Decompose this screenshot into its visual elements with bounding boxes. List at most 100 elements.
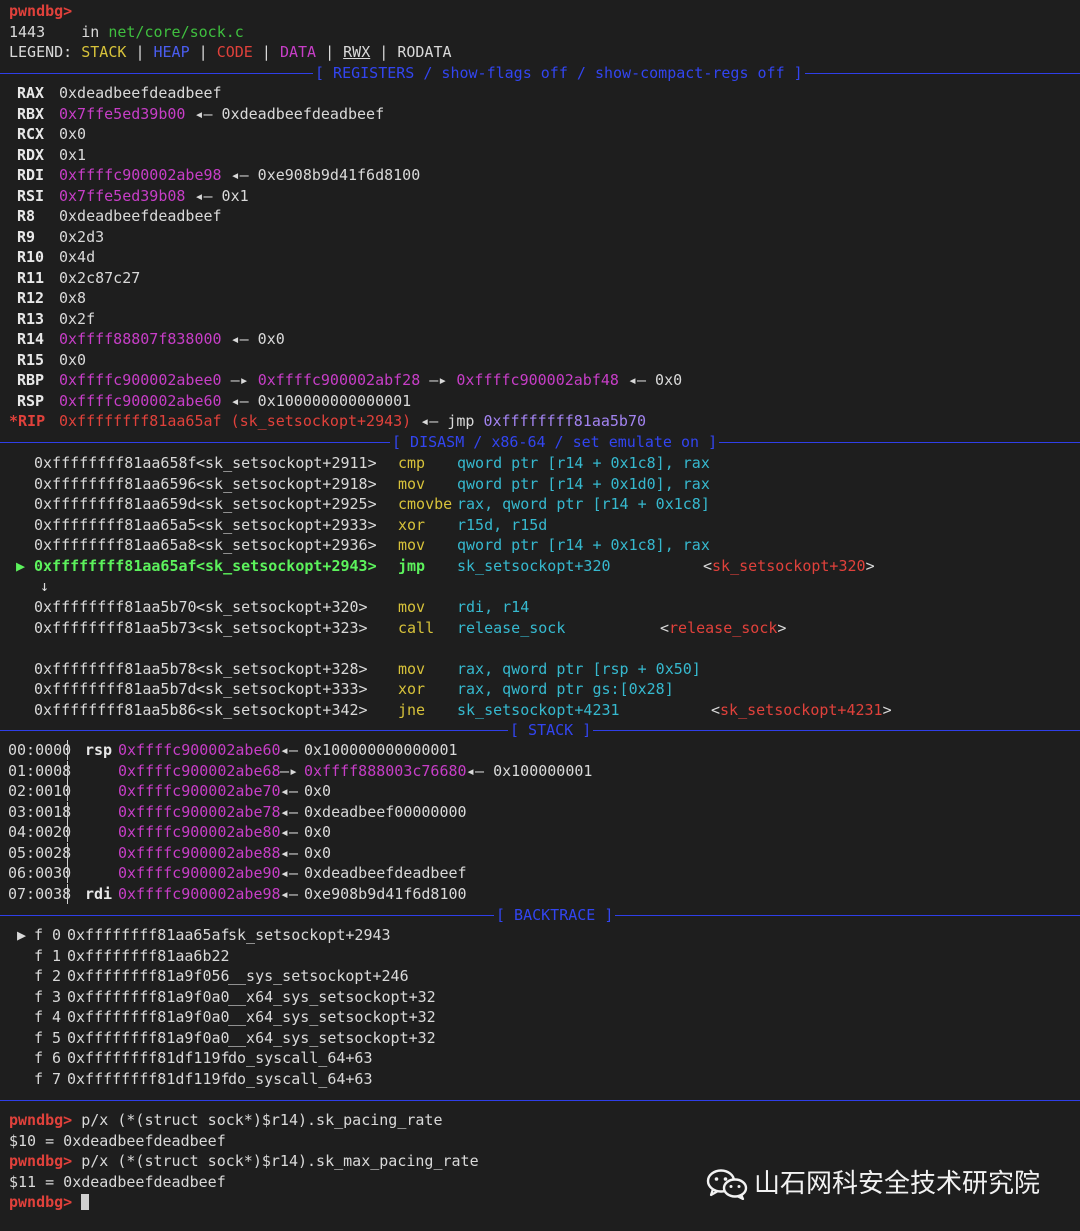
stack-pointer-value: 0xffff888003c76680 (304, 761, 467, 780)
registers-banner: [ REGISTERS / show-flags off / show-comp… (0, 63, 1080, 83)
legend-code: CODE (216, 43, 253, 61)
register-row: RAX 0xdeadbeefdeadbeef (17, 83, 222, 103)
disasm-mnemonic: cmovbe (398, 495, 453, 513)
backtrace-banner-title: [ BACKTRACE ] (494, 905, 616, 925)
register-row: RSI 0x7ffe5ed39b08 ◂— 0x1 (17, 186, 249, 206)
disasm-banner-title: [ DISASM / x86-64 / set emulate on ] (390, 432, 720, 452)
disasm-branch-target: <sk_setsockopt+4231> (711, 700, 892, 719)
disasm-branch-target-name: release_sock (669, 618, 778, 637)
stack-index: 06:0030 (8, 864, 72, 882)
stack-arrow: ◂— (280, 782, 299, 800)
register-rip: *RIP 0xffffffff81aa65af (sk_setsockopt+29… (9, 412, 647, 430)
stack-banner-title: [ STACK ] (508, 720, 594, 740)
register-value: 0x0 (59, 125, 87, 143)
register-name: RDX (17, 145, 45, 164)
stack-arrow: —▸ (280, 761, 299, 780)
register-value: 0xffffc900002abe98 (59, 166, 222, 184)
register-rsp: RSP 0xffffc900002abe60 ◂— 0x1000000000000… (17, 392, 412, 410)
prompt-line: pwndbg> (9, 1, 72, 21)
backtrace-frame: ▶ f 0 0xffffffff81aa65af sk_setsockopt+2943 (0, 925, 1080, 945)
frame-address: 0xffffffff81aa65af (67, 926, 230, 944)
disasm-line: 0xffffffff81aa5b70 <sk_setsockopt+320> mov… (0, 597, 1080, 617)
legend-stack: STACK (81, 43, 127, 61)
disasm-mnemonic: jne (398, 700, 426, 719)
stack-row: 03:0018 0xffffc900002abe78 ◂— 0xdeadbeef000… (0, 801, 1080, 822)
register-deref: ◂— 0xe908b9d41f6d8100 (230, 166, 421, 184)
stack-separator (67, 740, 68, 760)
register-name: RCX (17, 125, 45, 143)
console-line: pwndbg> p/x (*(struct sock*)$r14).sk_pac… (9, 1110, 442, 1130)
stack-value: 0xdeadbeefdeadbeef (304, 864, 467, 882)
stack-address: 0xffffc900002abe90 (118, 864, 281, 882)
frame-address: 0xffffffff81a9f056 (67, 967, 230, 985)
backtrace-frame: f 7 0xffffffff81df119f do_syscall_64+63 (0, 1069, 1080, 1089)
stack-index: 02:0010 (8, 782, 72, 800)
register-row: R14 0xffff88807f838000 ◂— 0x0 (17, 329, 285, 349)
cursor[interactable] (81, 1194, 90, 1210)
frame-number: f 1 (34, 946, 62, 965)
console-text: p/x (*(struct sock*)$r14).sk_pacing_rate (72, 1111, 443, 1129)
register-value: 0xdeadbeefdeadbeef (59, 84, 222, 102)
disasm-operands: rax, qword ptr [r14 + 0x1c8] (457, 495, 710, 513)
legend-heap: HEAP (153, 43, 190, 61)
disasm-branch-target-name: sk_setsockopt+320 (712, 557, 866, 575)
disasm-operands: qword ptr [r14 + 0x1d0], rax (457, 474, 710, 493)
frame-symbol: do_syscall_64+63 (228, 1049, 373, 1067)
disasm-banner: [ DISASM / x86-64 / set emulate on ] (0, 432, 1080, 452)
input-line[interactable]: pwndbg> (9, 1192, 90, 1212)
register-name: R10 (17, 248, 45, 266)
disasm-address: 0xffffffff81aa5b70 (34, 598, 197, 616)
stack-row: 07:0038 rdi 0xffffc900002abe98 ◂— 0xe908b9d4… (0, 883, 1080, 904)
disasm-mnemonic: mov (398, 598, 426, 616)
stack-index: 01:0008 (8, 761, 72, 780)
backtrace-frame: f 1 0xffffffff81aa6b22 (0, 946, 1080, 966)
disasm-mnemonic: mov (398, 659, 426, 678)
current-marker-icon: ▶ (16, 557, 26, 575)
legend-label: LEGEND: (9, 43, 73, 61)
frame-symbol: __sys_setsockopt+246 (228, 967, 409, 985)
stack-arrow: ◂— (280, 802, 299, 821)
disasm-operands: qword ptr [r14 + 0x1c8], rax (457, 454, 710, 472)
disasm-line: 0xffffffff81aa659d <sk_setsockopt+2925> cm… (0, 494, 1080, 514)
source-file: net/core/sock.c (108, 23, 244, 41)
register-row: R12 0x8 (17, 288, 86, 308)
stack-arrow: ◂— (280, 884, 299, 903)
disasm-line: 0xffffffff81aa65a8 <sk_setsockopt+2936> mo… (0, 535, 1080, 555)
frame-address: 0xffffffff81df119f (67, 1069, 230, 1088)
register-name: R13 (17, 309, 45, 328)
disasm-address: 0xffffffff81aa658f (34, 454, 197, 472)
register-value: 0x0 (59, 350, 87, 369)
stack-index: 03:0018 (8, 802, 72, 821)
disasm-mnemonic: mov (398, 474, 426, 493)
backtrace-frame: f 2 0xffffffff81a9f056 __sys_setsockopt+24… (0, 966, 1080, 986)
register-name: RSI (17, 186, 45, 205)
backtrace-frame: f 5 0xffffffff81a9f0a0 __x64_sys_setsockop… (0, 1028, 1080, 1048)
register-deref: ◂— 0xdeadbeefdeadbeef (194, 104, 385, 123)
register-row: R9 0x2d3 (17, 227, 104, 247)
register-value: 0xdeadbeefdeadbeef (59, 207, 222, 225)
backtrace-frame: f 3 0xffffffff81a9f0a0 __x64_sys_setsockop… (0, 987, 1080, 1007)
frame-symbol: __x64_sys_setsockopt+32 (228, 1028, 436, 1047)
frame-number: f 3 (34, 987, 62, 1006)
disasm-mnemonic: jmp (398, 557, 426, 575)
disasm-symbol: <sk_setsockopt+333> (196, 680, 368, 698)
disasm-address: 0xffffffff81aa5b73 (34, 618, 197, 637)
frame-address: 0xffffffff81df119f (67, 1049, 230, 1067)
register-row: R8 0xdeadbeefdeadbeef (17, 206, 222, 226)
disasm-current-line: ▶ 0xffffffff81aa65af <sk_setsockopt+2943> j… (0, 556, 1080, 576)
register-row: RDX 0x1 (17, 145, 86, 165)
disasm-symbol: <sk_setsockopt+2918> (196, 474, 377, 493)
disasm-line: 0xffffffff81aa65a5 <sk_setsockopt+2933> xo… (0, 515, 1080, 535)
disasm-operands: rax, qword ptr gs:[0x28] (457, 680, 674, 698)
register-row: R11 0x2c87c27 (17, 268, 140, 288)
frame-number: f 7 (34, 1069, 62, 1088)
disasm-symbol: <sk_setsockopt+323> (196, 618, 368, 637)
register-name: R15 (17, 350, 45, 369)
disasm-branch-target: <release_sock> (660, 618, 787, 637)
disasm-address: 0xffffffff81aa659d (34, 495, 197, 513)
register-name: R14 (17, 330, 45, 348)
register-name: R8 (17, 207, 36, 225)
disasm-symbol: <sk_setsockopt+320> (196, 598, 368, 616)
register-name: R11 (17, 268, 45, 287)
disasm-branch-target: <sk_setsockopt+320> (703, 557, 875, 575)
